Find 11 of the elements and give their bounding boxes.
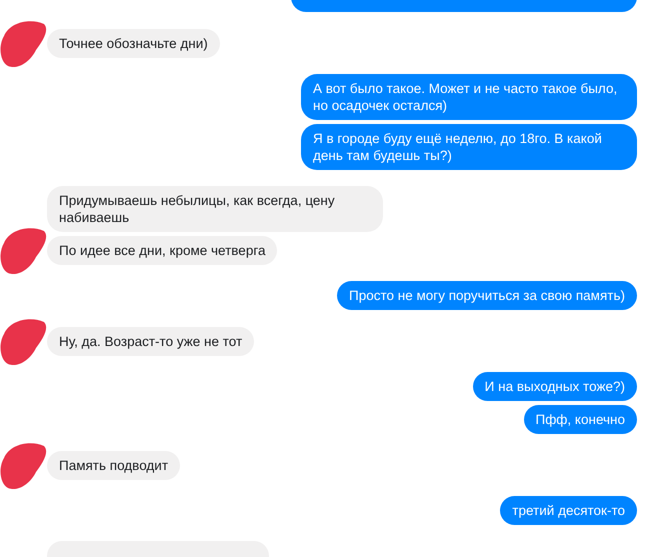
message-bubble: Точнее обозначьте дни) — [47, 29, 220, 58]
message-bubble: третий десяток-то — [500, 496, 637, 525]
message-bubble: Пфф, конечно — [524, 405, 637, 434]
message-bubble: А вот было такое. Может и не часто такое было, но осадочек остался) — [301, 74, 637, 120]
message-bubble: Память подводит — [47, 451, 180, 480]
message-bubble: Ну, да. Возраст-то уже не тот — [47, 327, 254, 356]
message-bubble: Я в городе буду ещё неделю, до 18го. В какой день там будешь ты?) — [301, 124, 637, 170]
message-bubble: По идее все дни, кроме четверга — [47, 236, 278, 265]
message-bubble: Просто не могу поручиться за свою память) — [337, 281, 637, 310]
message-bubble: Придумываешь небылицы, как всегда, цену набиваешь — [47, 186, 383, 232]
message-bubble: И на выходных тоже?) — [472, 372, 637, 401]
